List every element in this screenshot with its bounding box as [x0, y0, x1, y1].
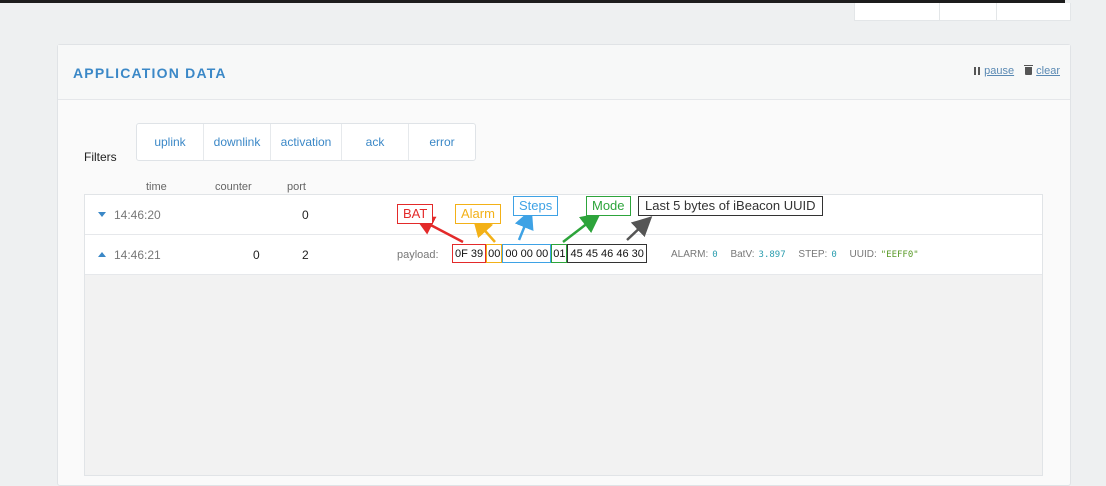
- cell-port: 2: [302, 248, 309, 262]
- decoded-uuid-value: "EEFF0": [880, 250, 919, 260]
- payload-alarm-byte: 00: [486, 244, 503, 263]
- cell-port: 0: [302, 208, 309, 222]
- panel-header: APPLICATION DATA pause clear: [58, 45, 1070, 100]
- decoded-step-value: 0: [831, 250, 837, 260]
- top-tab[interactable]: [940, 3, 997, 20]
- cell-time: 14:46:21: [114, 248, 161, 262]
- filter-activation-button[interactable]: activation: [271, 124, 342, 160]
- decoded-alarm-key: ALARM:: [671, 249, 709, 260]
- trash-icon[interactable]: [1024, 65, 1034, 75]
- filter-button-group: uplink downlink activation ack error: [136, 123, 476, 161]
- annotation-mode: Mode: [586, 196, 631, 216]
- filter-ack-button[interactable]: ack: [342, 124, 409, 160]
- pause-link[interactable]: pause: [984, 65, 1014, 77]
- annotation-bat: BAT: [397, 204, 434, 224]
- header-actions: pause clear: [974, 65, 1060, 77]
- decoded-batv-key: BatV:: [730, 249, 755, 260]
- annotation-alarm: Alarm: [455, 204, 501, 224]
- filter-uplink-button[interactable]: uplink: [137, 124, 204, 160]
- top-tab-strip: [854, 3, 1071, 21]
- clear-link[interactable]: clear: [1036, 65, 1060, 77]
- payload-bat-bytes: 0F 39: [452, 244, 487, 263]
- top-tab[interactable]: [855, 3, 940, 20]
- top-tab[interactable]: [997, 3, 1070, 20]
- payload-uuid-bytes: 45 45 46 46 30: [567, 244, 647, 263]
- caret-up-icon[interactable]: [98, 252, 106, 257]
- annotation-uuid: Last 5 bytes of iBeacon UUID: [638, 196, 823, 216]
- table-row[interactable]: 14:46:20 0: [85, 195, 1042, 235]
- decoded-fields: ALARM: 0 BatV: 3.897 STEP: 0 UUID: "EEFF0": [671, 249, 919, 260]
- payload-steps-bytes: 00 00 00: [502, 244, 552, 263]
- decoded-alarm-value: 0: [712, 250, 718, 260]
- messages-table: 14:46:20 0 14:46:21 0 2 payload: 0F 39 0…: [84, 194, 1043, 476]
- pause-icon[interactable]: [974, 67, 981, 75]
- payload-bytes: 0F 39 00 00 00 00 01 45 45 46 46 30: [452, 244, 647, 263]
- column-header-counter: counter: [215, 181, 252, 193]
- decoded-batv-value: 3.897: [758, 250, 786, 260]
- payload-label: payload:: [397, 249, 439, 261]
- filter-downlink-button[interactable]: downlink: [204, 124, 271, 160]
- decoded-step-key: STEP:: [798, 249, 828, 260]
- application-data-panel: APPLICATION DATA pause clear Filters upl…: [57, 44, 1071, 486]
- cell-counter: 0: [253, 248, 260, 262]
- cell-time: 14:46:20: [114, 208, 161, 222]
- annotation-steps: Steps: [513, 196, 559, 216]
- caret-down-icon[interactable]: [98, 212, 106, 217]
- decoded-uuid-key: UUID:: [849, 249, 877, 260]
- column-header-time: time: [146, 181, 167, 193]
- filter-error-button[interactable]: error: [409, 124, 475, 160]
- panel-title: APPLICATION DATA: [73, 65, 227, 81]
- column-header-port: port: [287, 181, 306, 193]
- table-row[interactable]: 14:46:21 0 2 payload: 0F 39 00 00 00 00 …: [85, 235, 1042, 275]
- payload-mode-byte: 01: [551, 244, 568, 263]
- filters-label: Filters: [84, 150, 117, 164]
